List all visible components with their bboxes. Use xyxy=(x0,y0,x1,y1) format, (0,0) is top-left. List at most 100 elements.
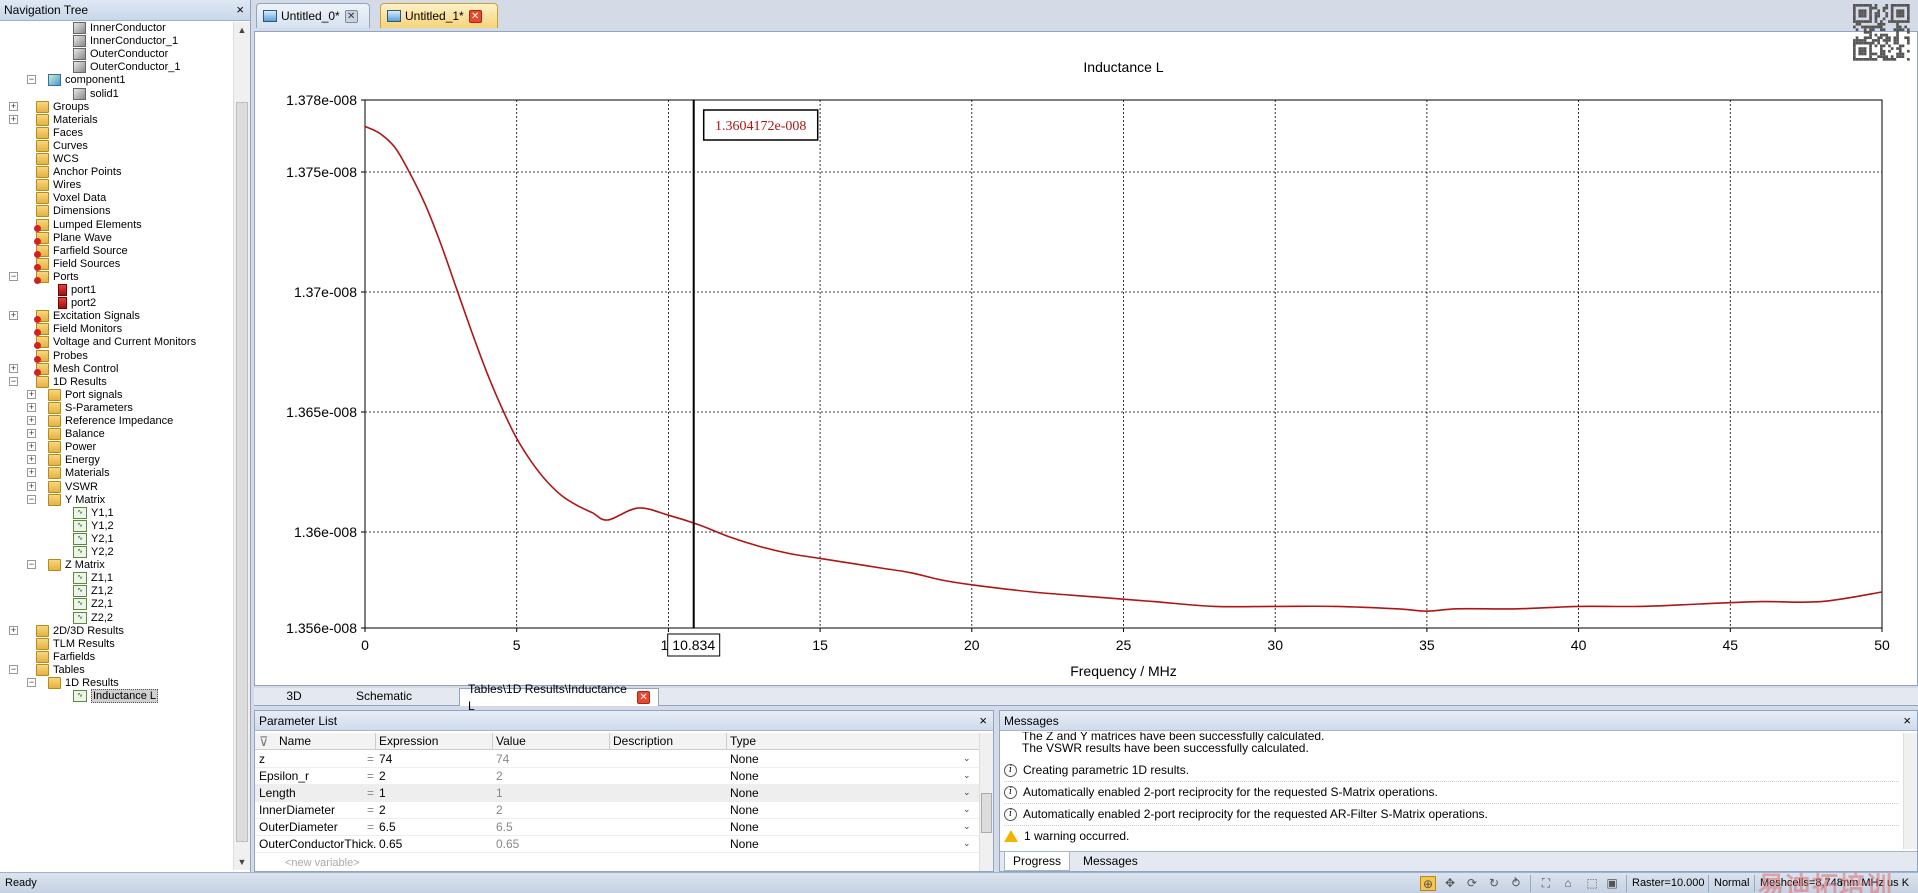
close-icon[interactable]: × xyxy=(979,711,987,731)
table-row[interactable]: Epsilon_r = 2 2 None ⌄ xyxy=(255,768,980,785)
tab-messages[interactable]: Messages xyxy=(1075,852,1146,871)
param-type[interactable]: None xyxy=(730,752,759,766)
chevron-down-icon[interactable]: ⌄ xyxy=(963,753,971,764)
message-text: The VSWR results have been successfully … xyxy=(1022,741,1309,755)
x-tick-label: 45 xyxy=(1723,637,1739,653)
y-tick-label: 1.36e-008 xyxy=(294,524,357,540)
scroll-up-icon[interactable]: ▲ xyxy=(234,22,250,38)
param-type[interactable]: None xyxy=(730,786,759,800)
scrollbar-thumb[interactable] xyxy=(981,793,992,833)
param-expression[interactable]: 0.65 xyxy=(379,837,402,851)
expand-icon[interactable]: + xyxy=(27,442,36,451)
home-icon[interactable]: ⌂ xyxy=(1560,876,1576,891)
expand-icon[interactable]: + xyxy=(9,311,18,320)
chevron-down-icon[interactable]: ⌄ xyxy=(963,804,971,815)
chevron-down-icon[interactable]: ⌄ xyxy=(963,838,971,849)
navigation-tree-header: Navigation Tree × xyxy=(0,0,250,21)
chevron-down-icon[interactable]: ⌄ xyxy=(963,770,971,781)
column-type[interactable]: Type xyxy=(730,734,756,748)
message-text: Automatically enabled 2-port reciprocity… xyxy=(1023,807,1488,821)
tab-inductance-table[interactable]: Tables\1D Results\Inductance L ✕ xyxy=(459,682,659,713)
table-row[interactable]: OuterDiameter = 6.5 6.5 None ⌄ xyxy=(255,819,980,836)
expand-icon[interactable]: + xyxy=(27,468,36,477)
marker-x-label: 10.834 xyxy=(672,637,715,653)
column-description[interactable]: Description xyxy=(613,734,673,748)
param-expression[interactable]: 2 xyxy=(379,769,386,783)
filter-icon[interactable]: ⊽ xyxy=(259,734,269,750)
project-icon xyxy=(263,10,277,22)
roll-icon[interactable]: ⥁ xyxy=(1508,876,1524,891)
param-type[interactable]: None xyxy=(730,837,759,851)
collapse-icon[interactable]: − xyxy=(27,495,36,504)
component-icon xyxy=(48,74,61,86)
fit-view-icon[interactable]: ⛶ xyxy=(1538,876,1554,891)
wireframe-icon[interactable]: ▣ xyxy=(1604,876,1620,891)
param-type[interactable]: None xyxy=(730,769,759,783)
param-expression[interactable]: 6.5 xyxy=(379,820,396,834)
collapse-icon[interactable]: − xyxy=(9,665,18,674)
folder-icon xyxy=(48,559,61,571)
tree-item[interactable]: ∿ Inductance L xyxy=(73,688,158,704)
close-icon[interactable]: ✕ xyxy=(637,691,650,704)
param-name: OuterConductorThick... xyxy=(259,837,377,851)
plot-panel[interactable]: Inductance L051015202530354045501.356e-0… xyxy=(254,31,1918,686)
tab-3d[interactable]: 3D xyxy=(264,688,324,706)
table-row[interactable]: z = 74 74 None ⌄ xyxy=(255,751,980,768)
parameter-list-header: Parameter List × xyxy=(255,711,993,731)
column-value[interactable]: Value xyxy=(496,734,526,748)
param-expression[interactable]: 2 xyxy=(379,803,386,817)
new-variable-row[interactable]: <new variable> xyxy=(285,857,360,869)
expand-icon[interactable]: + xyxy=(9,102,18,111)
parameter-scrollbar[interactable] xyxy=(979,733,993,871)
pan-icon[interactable]: ✥ xyxy=(1442,876,1458,891)
chevron-down-icon[interactable]: ⌄ xyxy=(963,821,971,832)
tree-item-label: Materials xyxy=(65,467,110,479)
tab-progress[interactable]: Progress xyxy=(1004,852,1071,871)
expand-icon[interactable]: + xyxy=(27,390,36,399)
close-icon[interactable]: × xyxy=(236,2,244,17)
collapse-icon[interactable]: − xyxy=(27,678,36,687)
zoom-icon[interactable]: ⊕ xyxy=(1420,876,1436,891)
collapse-icon[interactable]: − xyxy=(27,75,36,84)
tab-untitled-1[interactable]: Untitled_1* ✕ xyxy=(380,3,498,28)
param-value: 2 xyxy=(496,769,503,783)
expand-icon[interactable]: + xyxy=(27,429,36,438)
collapse-icon[interactable]: − xyxy=(9,272,18,281)
expand-icon[interactable]: + xyxy=(9,115,18,124)
close-icon[interactable]: ✕ xyxy=(344,9,358,23)
messages-panel: Messages × The Z and Y matrices have bee… xyxy=(999,710,1918,872)
equals-sign: = xyxy=(367,769,375,783)
spin-icon[interactable]: ↻ xyxy=(1486,876,1502,891)
rotate-icon[interactable]: ⟳ xyxy=(1464,876,1480,891)
expand-icon[interactable]: + xyxy=(27,416,36,425)
tab-untitled-0[interactable]: Untitled_0* ✕ xyxy=(256,3,370,28)
table-row[interactable]: Length = 1 1 None ⌄ xyxy=(255,785,980,802)
table-row[interactable]: InnerDiameter = 2 2 None ⌄ xyxy=(255,802,980,819)
collapse-icon[interactable]: − xyxy=(27,560,36,569)
table-row[interactable]: OuterConductorThick... = 0.65 0.65 None ⌄ xyxy=(255,836,980,853)
tree-scrollbar[interactable]: ▲ ▼ xyxy=(233,22,250,870)
param-type[interactable]: None xyxy=(730,803,759,817)
param-expression[interactable]: 74 xyxy=(379,752,392,766)
scrollbar-thumb[interactable] xyxy=(236,102,248,842)
param-type[interactable]: None xyxy=(730,820,759,834)
expand-icon[interactable]: + xyxy=(9,364,18,373)
param-expression[interactable]: 1 xyxy=(379,786,386,800)
close-icon[interactable]: ✕ xyxy=(468,9,482,23)
collapse-icon[interactable]: − xyxy=(9,377,18,386)
close-icon[interactable]: × xyxy=(1903,711,1911,731)
view-cube-icon[interactable]: ⬚ xyxy=(1584,876,1600,891)
column-name[interactable]: Name xyxy=(279,734,311,748)
expand-icon[interactable]: + xyxy=(27,482,36,491)
column-expression[interactable]: Expression xyxy=(379,734,438,748)
view-tab-bar: 3D Schematic Tables\1D Results\Inductanc… xyxy=(254,682,1918,713)
expand-icon[interactable]: + xyxy=(9,626,18,635)
chevron-down-icon[interactable]: ⌄ xyxy=(963,787,971,798)
messages-scrollbar[interactable] xyxy=(1903,733,1917,849)
expand-icon[interactable]: + xyxy=(27,403,36,412)
expand-icon[interactable]: + xyxy=(27,455,36,464)
tab-schematic[interactable]: Schematic xyxy=(344,688,424,706)
watermark-text: 易迪拓培训 xyxy=(1758,871,1894,893)
scroll-down-icon[interactable]: ▼ xyxy=(234,854,250,870)
inductance-chart[interactable]: Inductance L051015202530354045501.356e-0… xyxy=(255,32,1917,685)
